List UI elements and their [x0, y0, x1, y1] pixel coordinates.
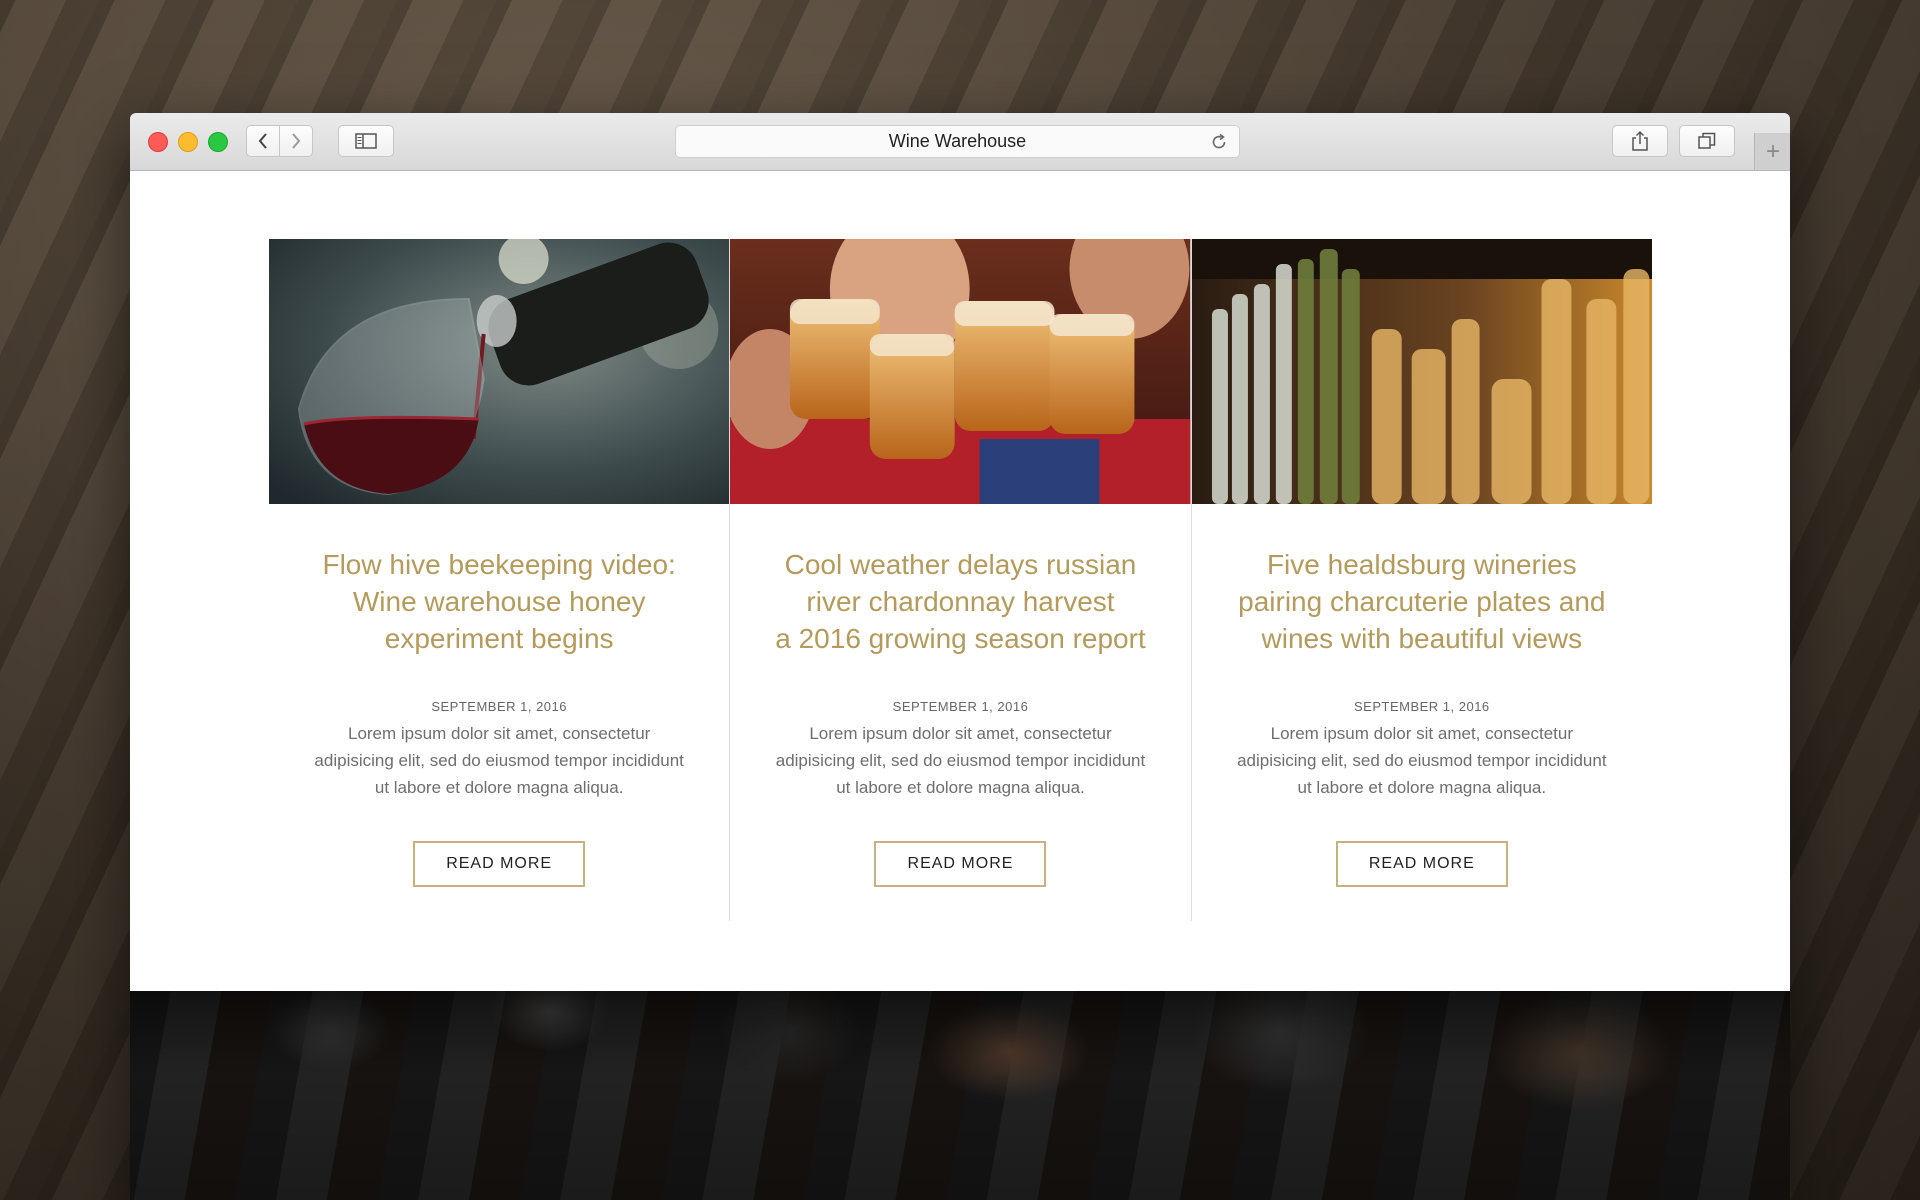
- plus-icon: +: [1765, 137, 1780, 165]
- share-button[interactable]: [1612, 125, 1668, 157]
- read-more-button[interactable]: READ MORE: [1335, 841, 1508, 887]
- window-minimize-button[interactable]: [178, 132, 198, 152]
- sidebar-toggle-button[interactable]: [338, 125, 394, 157]
- wine-cellar-banner-image: [130, 991, 1790, 1200]
- web-page: Flow hive beekeeping video: Wine warehou…: [130, 171, 1790, 991]
- article-title[interactable]: Five healdsburg wineries pairing charcut…: [1212, 546, 1632, 657]
- article-card: Cool weather delays russian river chardo…: [729, 239, 1191, 921]
- chevron-left-icon: [258, 133, 267, 149]
- page-title: Wine Warehouse: [888, 131, 1027, 151]
- show-tabs-button[interactable]: [1679, 125, 1735, 157]
- articles-grid: Flow hive beekeeping video: Wine warehou…: [269, 239, 1652, 921]
- browser-window: Wine Warehouse + Flow hive beekeeping vi…: [130, 113, 1790, 1200]
- article-date: SEPTEMBER 1, 2016: [431, 699, 567, 714]
- article-date: SEPTEMBER 1, 2016: [1353, 699, 1490, 714]
- article-excerpt: Lorem ipsum dolor sit amet, consectetur …: [314, 724, 684, 797]
- back-button[interactable]: [246, 125, 280, 157]
- article-excerpt: Lorem ipsum dolor sit amet, consectetur …: [1237, 724, 1607, 797]
- browser-toolbar: Wine Warehouse +: [130, 113, 1790, 171]
- beer-toast-image: [730, 239, 1191, 504]
- article-excerpt: Lorem ipsum dolor sit amet, consectetur …: [775, 724, 1146, 797]
- sidebar-icon: [355, 133, 377, 149]
- new-tab-button[interactable]: +: [1754, 133, 1790, 170]
- article-title[interactable]: Cool weather delays russian river chardo…: [750, 546, 1170, 657]
- article-date: SEPTEMBER 1, 2016: [892, 699, 1029, 714]
- reload-icon[interactable]: [1209, 132, 1229, 152]
- tabs-icon: [1698, 132, 1716, 149]
- wine-pour-image: [269, 239, 730, 504]
- article-card: Five healdsburg wineries pairing charcut…: [1190, 239, 1652, 921]
- read-more-button[interactable]: READ MORE: [874, 841, 1047, 887]
- window-close-button[interactable]: [148, 132, 168, 152]
- chevron-right-icon: [292, 133, 301, 149]
- share-icon: [1632, 130, 1648, 151]
- window-zoom-button[interactable]: [208, 132, 228, 152]
- forward-button[interactable]: [279, 125, 313, 157]
- bar-shelf-image: [1191, 239, 1652, 504]
- article-card: Flow hive beekeeping video: Wine warehou…: [269, 239, 730, 921]
- article-title[interactable]: Flow hive beekeeping video: Wine warehou…: [289, 546, 709, 657]
- read-more-button[interactable]: READ MORE: [413, 841, 586, 887]
- address-bar[interactable]: Wine Warehouse: [675, 125, 1240, 158]
